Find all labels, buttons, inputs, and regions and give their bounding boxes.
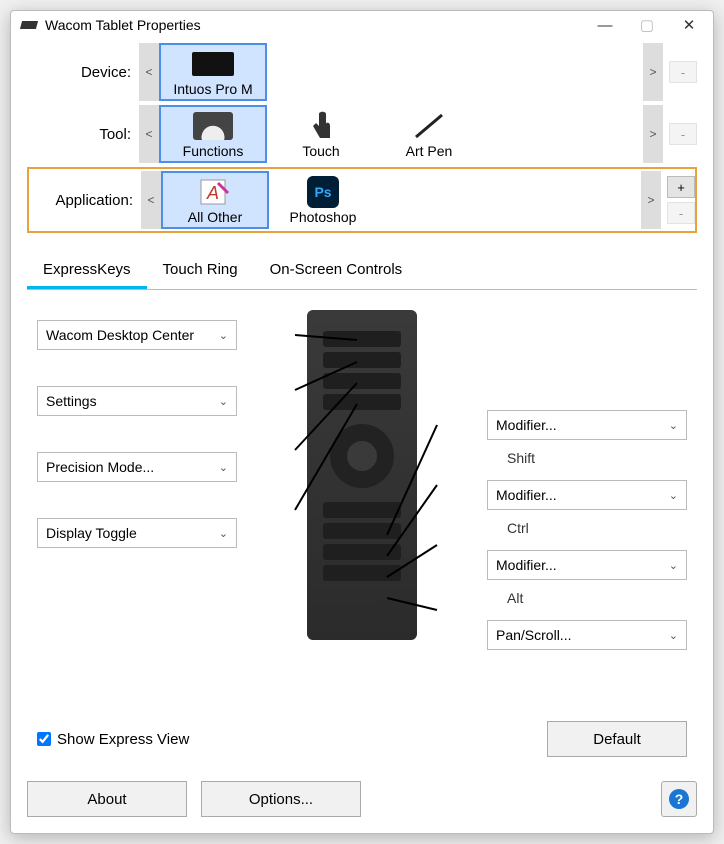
allother-icon: A bbox=[192, 177, 238, 207]
key2-combo[interactable]: Settings⌄ bbox=[37, 386, 237, 416]
tool-item-artpen[interactable]: Art Pen bbox=[375, 105, 483, 163]
pen-icon bbox=[406, 111, 452, 141]
tool-next[interactable]: > bbox=[643, 105, 663, 163]
device-item-intuos[interactable]: Intuos Pro M bbox=[159, 43, 267, 101]
tool-row: Tool: < Functions Touch Art Pen bbox=[27, 105, 697, 163]
tab-expresskeys[interactable]: ExpressKeys bbox=[27, 253, 147, 289]
photoshop-icon: Ps bbox=[300, 177, 346, 207]
key6-sub: Ctrl bbox=[487, 516, 687, 544]
key6-combo[interactable]: Modifier...⌄ bbox=[487, 480, 687, 510]
tool-item-touch[interactable]: Touch bbox=[267, 105, 375, 163]
tablet-icon bbox=[190, 49, 236, 79]
chevron-down-icon: ⌄ bbox=[669, 419, 678, 432]
window-title: Wacom Tablet Properties bbox=[45, 17, 597, 33]
svg-text:A: A bbox=[206, 183, 219, 203]
key4-combo[interactable]: Display Toggle⌄ bbox=[37, 518, 237, 548]
app-icon bbox=[20, 21, 38, 29]
device-remove[interactable]: - bbox=[669, 61, 697, 83]
expresskeys-panel: Wacom Desktop Center⌄ Settings⌄ Precisio… bbox=[27, 290, 697, 767]
help-icon: ? bbox=[669, 789, 689, 809]
app-add[interactable]: + bbox=[667, 176, 695, 198]
app-item-allother[interactable]: A All Other bbox=[161, 171, 269, 229]
app-item-photoshop[interactable]: Ps Photoshop bbox=[269, 171, 377, 229]
tool-item-functions[interactable]: Functions bbox=[159, 105, 267, 163]
key7-sub: Alt bbox=[487, 586, 687, 614]
default-button[interactable]: Default bbox=[547, 721, 687, 757]
touch-icon bbox=[298, 111, 344, 141]
functions-icon bbox=[190, 111, 236, 141]
tool-prev[interactable]: < bbox=[139, 105, 159, 163]
chevron-down-icon: ⌄ bbox=[219, 461, 228, 474]
maximize-button[interactable]: ▢ bbox=[639, 17, 655, 33]
chevron-down-icon: ⌄ bbox=[669, 629, 678, 642]
device-next[interactable]: > bbox=[643, 43, 663, 101]
key7-combo[interactable]: Modifier...⌄ bbox=[487, 550, 687, 580]
key5-sub: Shift bbox=[487, 446, 687, 474]
minimize-button[interactable]: — bbox=[597, 17, 613, 33]
device-prev[interactable]: < bbox=[139, 43, 159, 101]
help-button[interactable]: ? bbox=[661, 781, 697, 817]
chevron-down-icon: ⌄ bbox=[669, 489, 678, 502]
device-row: Device: < Intuos Pro M > - bbox=[27, 43, 697, 101]
key1-combo[interactable]: Wacom Desktop Center⌄ bbox=[37, 320, 237, 350]
chevron-down-icon: ⌄ bbox=[219, 527, 228, 540]
close-button[interactable]: ✕ bbox=[681, 17, 697, 33]
app-prev[interactable]: < bbox=[141, 171, 161, 229]
key8-combo[interactable]: Pan/Scroll...⌄ bbox=[487, 620, 687, 650]
chevron-down-icon: ⌄ bbox=[669, 559, 678, 572]
tool-remove[interactable]: - bbox=[669, 123, 697, 145]
tablet-visual bbox=[307, 310, 417, 640]
tool-label: Tool: bbox=[27, 126, 139, 143]
about-button[interactable]: About bbox=[27, 781, 187, 817]
app-next[interactable]: > bbox=[641, 171, 661, 229]
chevron-down-icon: ⌄ bbox=[219, 395, 228, 408]
titlebar: Wacom Tablet Properties — ▢ ✕ bbox=[11, 11, 713, 39]
app-remove[interactable]: - bbox=[667, 202, 695, 224]
tab-touchring[interactable]: Touch Ring bbox=[147, 253, 254, 289]
tab-onscreen[interactable]: On-Screen Controls bbox=[254, 253, 419, 289]
application-row: Application: < A All Other Ps Photoshop … bbox=[27, 167, 697, 233]
device-label: Device: bbox=[27, 64, 139, 81]
application-label: Application: bbox=[29, 192, 141, 209]
tabs: ExpressKeys Touch Ring On-Screen Control… bbox=[27, 253, 697, 290]
key3-combo[interactable]: Precision Mode...⌄ bbox=[37, 452, 237, 482]
chevron-down-icon: ⌄ bbox=[219, 329, 228, 342]
key5-combo[interactable]: Modifier...⌄ bbox=[487, 410, 687, 440]
wacom-properties-window: Wacom Tablet Properties — ▢ ✕ Device: < … bbox=[10, 10, 714, 834]
options-button[interactable]: Options... bbox=[201, 781, 361, 817]
show-express-view-checkbox[interactable]: Show Express View bbox=[37, 731, 189, 748]
